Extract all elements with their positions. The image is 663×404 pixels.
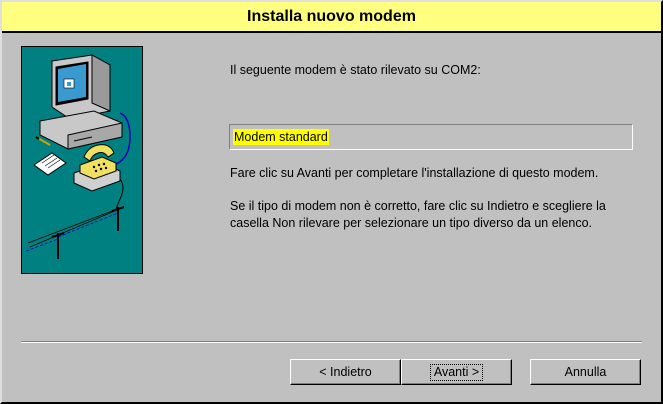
back-button[interactable]: < Indietro — [290, 359, 401, 385]
cancel-button[interactable]: Annulla — [530, 359, 641, 385]
telephone-pole-icon — [25, 206, 125, 259]
telephone-icon — [73, 144, 121, 192]
wrong-type-text: Se il tipo di modem non è corretto, fare… — [230, 199, 606, 230]
cancel-button-label: Annulla — [564, 365, 607, 379]
next-button-label: Avanti > — [429, 363, 484, 381]
install-modem-dialog: Installa nuovo modem Il seguente modem è… — [0, 0, 663, 404]
detected-modem-text: Il seguente modem è stato rilevato su CO… — [230, 63, 481, 77]
next-button[interactable]: Avanti > — [401, 359, 512, 385]
document-icon — [33, 152, 67, 176]
computer-monitor-icon — [51, 54, 111, 120]
window-title: Installa nuovo modem — [247, 7, 416, 25]
separator-line — [21, 341, 642, 343]
modem-setup-illustration — [21, 46, 143, 274]
instruction-text: Fare clic su Avanti per completare l'ins… — [230, 166, 599, 180]
back-button-label: < Indietro — [319, 365, 372, 379]
modem-name-value: Modem standard — [233, 129, 329, 145]
title-bar: Installa nuovo modem — [2, 2, 661, 33]
computer-case-icon — [39, 110, 123, 150]
detected-modem-field[interactable]: Modem standard — [229, 124, 633, 150]
